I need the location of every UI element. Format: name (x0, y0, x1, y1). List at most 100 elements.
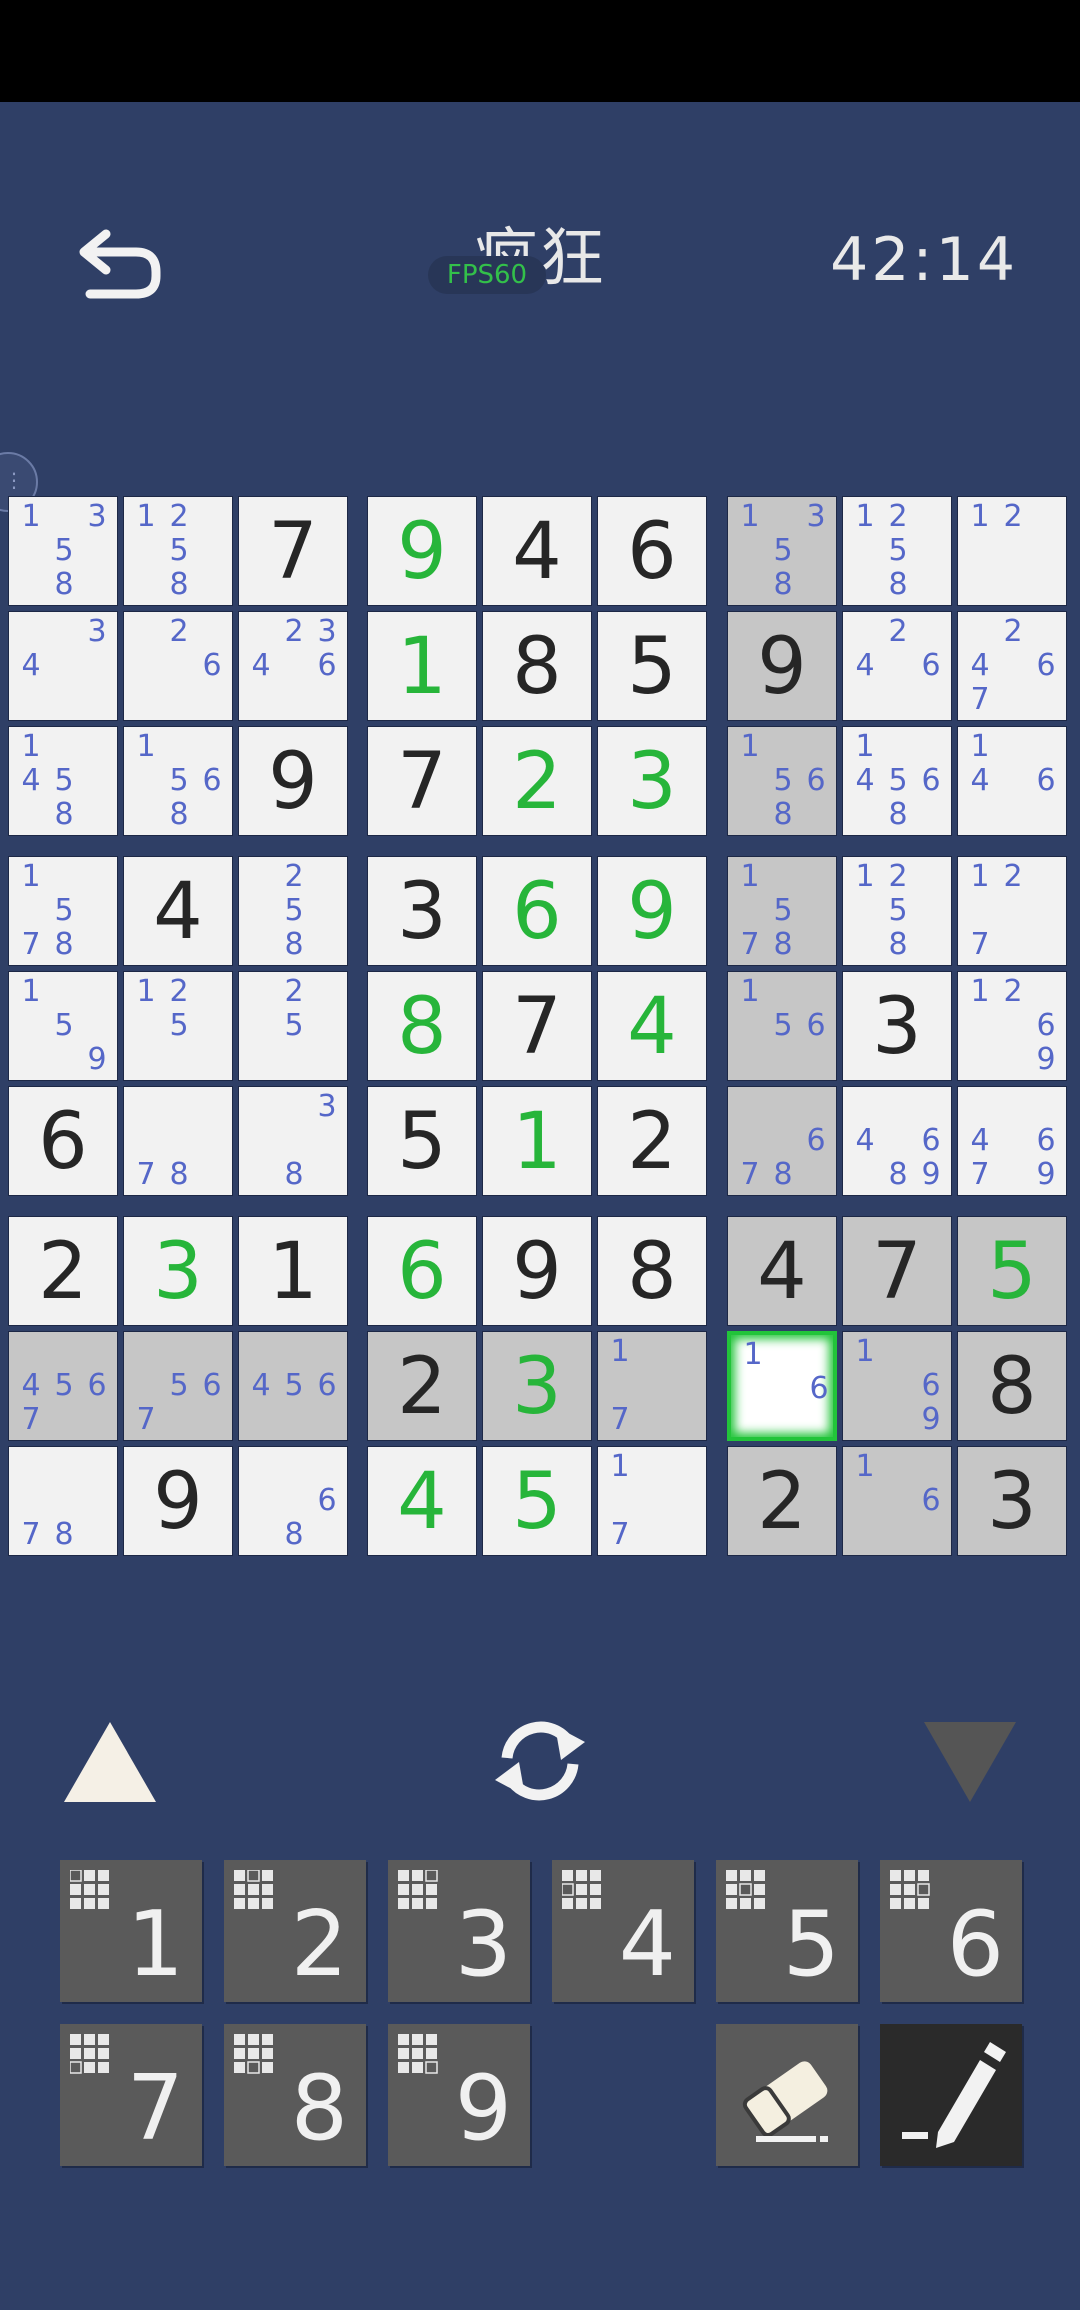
sudoku-cell[interactable]: 14568 (842, 726, 952, 836)
cell-digit: 8 (512, 622, 562, 712)
sudoku-cell[interactable]: 5 (367, 1086, 477, 1196)
sudoku-cell[interactable]: 4 (367, 1446, 477, 1556)
sudoku-cell[interactable]: 7 (482, 971, 592, 1081)
sudoku-cell[interactable]: 7 (842, 1216, 952, 1326)
sudoku-cell[interactable]: 8 (597, 1216, 707, 1326)
sudoku-cell[interactable]: 1258 (842, 496, 952, 606)
sudoku-cell[interactable]: 9 (597, 856, 707, 966)
sudoku-cell[interactable]: 17 (597, 1331, 707, 1441)
pencil-note: 8 (888, 567, 908, 602)
sudoku-cell[interactable]: 1578 (8, 856, 118, 966)
sudoku-cell[interactable]: 12 (957, 496, 1067, 606)
sudoku-cell[interactable]: 5 (482, 1446, 592, 1556)
sudoku-cell[interactable]: 14 6 (957, 726, 1067, 836)
sudoku-cell[interactable]: 1578 (727, 856, 837, 966)
sudoku-cell[interactable]: 78 (123, 1086, 233, 1196)
pencil-button[interactable] (880, 2024, 1022, 2166)
number-button-7[interactable]: 7 (60, 2024, 202, 2166)
sudoku-cell[interactable]: 1568 (123, 726, 233, 836)
sudoku-cell[interactable]: 38 (238, 1086, 348, 1196)
sudoku-cell[interactable]: 9 (727, 611, 837, 721)
sudoku-cell[interactable]: 5 (597, 611, 707, 721)
number-button-2[interactable]: 2 (224, 1860, 366, 2002)
sudoku-cell[interactable]: 1258 (842, 856, 952, 966)
sudoku-cell[interactable]: 2 (482, 726, 592, 836)
sudoku-cell[interactable]: 4 (123, 856, 233, 966)
down-button[interactable] (922, 1718, 1018, 1806)
refresh-button[interactable] (485, 1712, 595, 1808)
sudoku-cell[interactable]: 6 (597, 496, 707, 606)
sudoku-cell[interactable]: 8 (482, 611, 592, 721)
sudoku-cell[interactable]: 3 (597, 726, 707, 836)
sudoku-cell[interactable]: 8 (367, 971, 477, 1081)
sudoku-cell[interactable]: 1568 (727, 726, 837, 836)
sudoku-cell[interactable]: 56 7 (123, 1331, 233, 1441)
number-button-3[interactable]: 3 (388, 1860, 530, 2002)
sudoku-cell[interactable]: 26 (123, 611, 233, 721)
sudoku-cell[interactable]: 127 (957, 856, 1067, 966)
sudoku-cell[interactable]: 1458 (8, 726, 118, 836)
sudoku-cell[interactable]: 1 69 (842, 1331, 952, 1441)
sudoku-cell[interactable]: 1258 (123, 496, 233, 606)
pencil-note: 4 (21, 648, 41, 683)
sudoku-cell[interactable]: 258 (238, 856, 348, 966)
sudoku-cell[interactable]: 4 6 7 9 (957, 1086, 1067, 1196)
sudoku-cell[interactable]: 1 (482, 1086, 592, 1196)
sudoku-cell[interactable]: 6 78 (727, 1086, 837, 1196)
sudoku-cell-selected[interactable]: 16 (727, 1331, 837, 1441)
cell-digit: 5 (627, 622, 677, 712)
sudoku-cell[interactable]: 2 (367, 1331, 477, 1441)
sudoku-cell[interactable]: 9 (482, 1216, 592, 1326)
sudoku-cell[interactable]: 456 7 (8, 1331, 118, 1441)
up-button[interactable] (60, 1718, 160, 1806)
sudoku-cell[interactable]: 9 (367, 496, 477, 606)
sudoku-cell[interactable]: 7 (238, 496, 348, 606)
sudoku-cell[interactable]: 4 (597, 971, 707, 1081)
sudoku-cell[interactable]: 456 (238, 1331, 348, 1441)
sudoku-cell[interactable]: 68 (238, 1446, 348, 1556)
sudoku-cell[interactable]: 5 (957, 1216, 1067, 1326)
sudoku-cell[interactable]: 4 (482, 496, 592, 606)
number-button-1[interactable]: 1 (60, 1860, 202, 2002)
sudoku-cell[interactable]: 23 4 6 (238, 611, 348, 721)
number-button-8[interactable]: 8 (224, 2024, 366, 2166)
sudoku-cell[interactable]: 1 358 (8, 496, 118, 606)
sudoku-cell[interactable]: 1269 (957, 971, 1067, 1081)
number-button-5[interactable]: 5 (716, 1860, 858, 2002)
sudoku-cell[interactable]: 7 (367, 726, 477, 836)
sudoku-cell[interactable]: 159 (8, 971, 118, 1081)
sudoku-cell[interactable]: 9 (123, 1446, 233, 1556)
sudoku-cell[interactable]: 9 (238, 726, 348, 836)
sudoku-cell[interactable]: 125 (123, 971, 233, 1081)
sudoku-cell[interactable]: 1 (238, 1216, 348, 1326)
sudoku-cell[interactable]: 25 (238, 971, 348, 1081)
sudoku-cell[interactable]: 2 (8, 1216, 118, 1326)
sudoku-cell[interactable]: 3 (482, 1331, 592, 1441)
number-button-4[interactable]: 4 (552, 1860, 694, 2002)
number-button-6[interactable]: 6 (880, 1860, 1022, 2002)
sudoku-cell[interactable]: 8 (957, 1331, 1067, 1441)
sudoku-cell[interactable]: 1 (367, 611, 477, 721)
sudoku-cell[interactable]: 2 (727, 1446, 837, 1556)
sudoku-cell[interactable]: 1 358 (727, 496, 837, 606)
sudoku-cell[interactable]: 16 (842, 1446, 952, 1556)
sudoku-cell[interactable]: 34 (8, 611, 118, 721)
sudoku-cell[interactable]: 3 (957, 1446, 1067, 1556)
sudoku-cell[interactable]: 6 (367, 1216, 477, 1326)
sudoku-cell[interactable]: 3 (367, 856, 477, 966)
sudoku-cell[interactable]: 78 (8, 1446, 118, 1556)
pencil-note: 7 (970, 682, 990, 717)
sudoku-cell[interactable]: 3 (842, 971, 952, 1081)
sudoku-cell[interactable]: 3 (123, 1216, 233, 1326)
sudoku-cell[interactable]: 17 (597, 1446, 707, 1556)
erase-button[interactable] (716, 2024, 858, 2166)
sudoku-cell[interactable]: 2 (597, 1086, 707, 1196)
number-button-9[interactable]: 9 (388, 2024, 530, 2166)
sudoku-cell[interactable]: 156 (727, 971, 837, 1081)
sudoku-cell[interactable]: 24 6 (842, 611, 952, 721)
sudoku-cell[interactable]: 24 6 7 (957, 611, 1067, 721)
sudoku-cell[interactable]: 6 (482, 856, 592, 966)
sudoku-cell[interactable]: 4 689 (842, 1086, 952, 1196)
sudoku-cell[interactable]: 4 (727, 1216, 837, 1326)
sudoku-cell[interactable]: 6 (8, 1086, 118, 1196)
